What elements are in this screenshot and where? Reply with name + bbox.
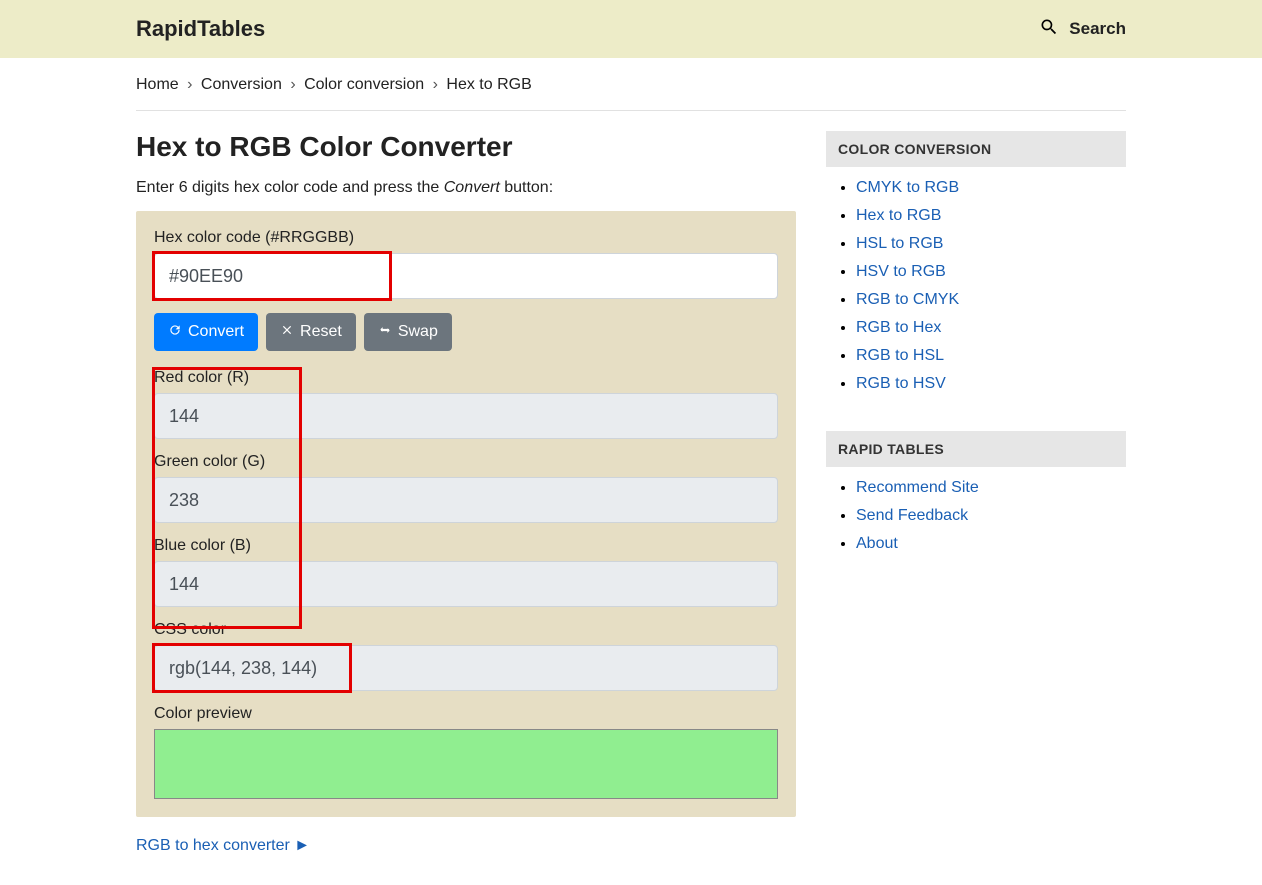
search-icon — [1039, 17, 1059, 42]
blue-output[interactable] — [154, 561, 778, 607]
breadcrumb-item[interactable]: Color conversion — [304, 76, 424, 93]
sidebar-heading: RAPID TABLES — [826, 431, 1126, 467]
topbar: RapidTables Search — [0, 0, 1262, 58]
breadcrumb-separator: › — [433, 76, 438, 93]
sidebar-section: RAPID TABLES Recommend Site Send Feedbac… — [826, 431, 1126, 575]
sidebar-link[interactable]: CMYK to RGB — [856, 179, 959, 196]
green-label: Green color (G) — [154, 453, 778, 471]
sidebar-link[interactable]: Recommend Site — [856, 479, 979, 496]
color-preview — [154, 729, 778, 799]
page-title: Hex to RGB Color Converter — [136, 131, 796, 163]
breadcrumb-separator: › — [290, 76, 295, 93]
brand-link[interactable]: RapidTables — [136, 16, 265, 42]
rgb-to-hex-link[interactable]: RGB to hex converter ► — [136, 837, 310, 854]
bottom-link-wrapper: RGB to hex converter ► — [136, 837, 796, 855]
breadcrumb-item[interactable]: Home — [136, 76, 179, 93]
breadcrumb-separator: › — [187, 76, 192, 93]
intro-text: Enter 6 digits hex color code and press … — [136, 179, 796, 197]
close-icon — [280, 323, 294, 342]
search-button[interactable]: Search — [1039, 17, 1126, 42]
converter-panel: Hex color code (#RRGGBB) Convert Reset — [136, 211, 796, 817]
swap-icon — [378, 323, 392, 342]
red-label: Red color (R) — [154, 369, 778, 387]
sidebar-heading: COLOR CONVERSION — [826, 131, 1126, 167]
sidebar-link[interactable]: Hex to RGB — [856, 207, 941, 224]
sidebar: COLOR CONVERSION CMYK to RGB Hex to RGB … — [826, 131, 1126, 855]
sidebar-link[interactable]: About — [856, 535, 898, 552]
red-output[interactable] — [154, 393, 778, 439]
breadcrumb-current: Hex to RGB — [446, 76, 531, 93]
main-content: Hex to RGB Color Converter Enter 6 digit… — [136, 131, 796, 855]
refresh-icon — [168, 323, 182, 342]
hex-input[interactable] — [154, 253, 778, 299]
sidebar-link[interactable]: RGB to HSV — [856, 375, 946, 392]
sidebar-link[interactable]: RGB to CMYK — [856, 291, 959, 308]
breadcrumb: Home › Conversion › Color conversion › H… — [136, 76, 1126, 111]
sidebar-link[interactable]: HSL to RGB — [856, 235, 943, 252]
css-output[interactable] — [154, 645, 778, 691]
blue-label: Blue color (B) — [154, 537, 778, 555]
convert-button[interactable]: Convert — [154, 313, 258, 351]
swap-button[interactable]: Swap — [364, 313, 452, 351]
css-label: CSS color — [154, 621, 778, 639]
search-label: Search — [1069, 19, 1126, 39]
sidebar-link[interactable]: Send Feedback — [856, 507, 968, 524]
preview-label: Color preview — [154, 705, 778, 723]
sidebar-link[interactable]: RGB to HSL — [856, 347, 944, 364]
hex-label: Hex color code (#RRGGBB) — [154, 229, 778, 247]
sidebar-link[interactable]: RGB to Hex — [856, 319, 941, 336]
sidebar-section: COLOR CONVERSION CMYK to RGB Hex to RGB … — [826, 131, 1126, 415]
breadcrumb-item[interactable]: Conversion — [201, 76, 282, 93]
green-output[interactable] — [154, 477, 778, 523]
reset-button[interactable]: Reset — [266, 313, 356, 351]
sidebar-link[interactable]: HSV to RGB — [856, 263, 946, 280]
